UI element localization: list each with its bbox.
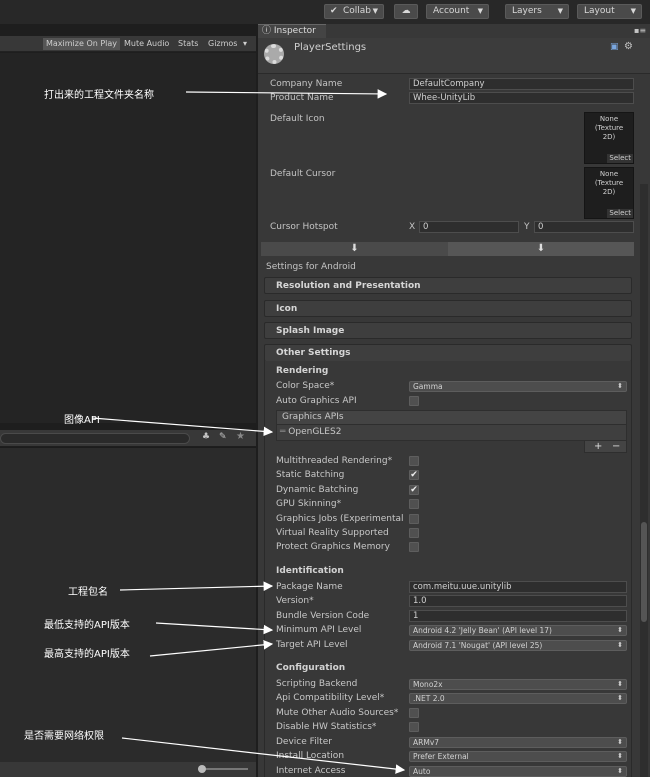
unity-editor-window: ✔ Collab ▼ ☁ Account ▼ Layers ▼ Layout ▼ Maxi…: [0, 0, 650, 777]
arrow-to-internet-access: [121, 737, 406, 774]
annotation-arrows: [91, 89, 406, 774]
arrow-to-min-api: [155, 622, 274, 635]
arrow-to-package-name: [119, 581, 274, 592]
arrow-to-graphics-api: [91, 417, 274, 437]
arrow-to-target-api: [149, 640, 274, 657]
arrow-to-product-name: [185, 89, 388, 99]
